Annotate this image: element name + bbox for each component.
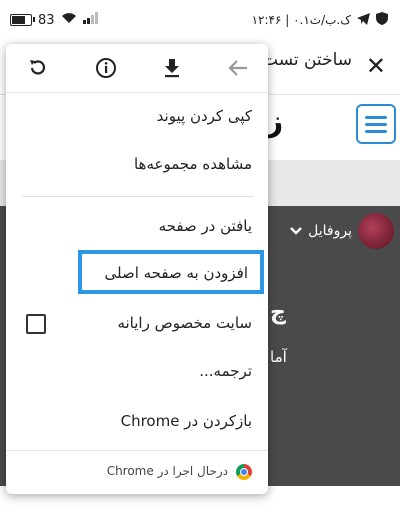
battery-icon bbox=[10, 14, 35, 26]
chevron-down-icon bbox=[290, 223, 303, 239]
menu-translate[interactable]: ترجمه... bbox=[199, 362, 252, 380]
overflow-menu: کپی کردن پیوند مشاهده مجموعه‌ها یافتن در… bbox=[6, 44, 268, 494]
footer-running-in-chrome: درحال اجرا در Chrome bbox=[106, 464, 228, 478]
menu-add-to-home-screen[interactable]: افزودن به صفحه اصلی bbox=[105, 264, 249, 282]
back-arrow-icon[interactable] bbox=[226, 56, 250, 80]
refresh-icon[interactable] bbox=[26, 56, 50, 80]
menu-find-in-page[interactable]: یافتن در صفحه bbox=[159, 217, 252, 235]
profile-label: پروفایل bbox=[308, 223, 352, 239]
menu-open-in-chrome[interactable]: بازکردن در Chrome bbox=[121, 412, 252, 430]
telegram-icon bbox=[357, 12, 370, 28]
profile-dropdown[interactable]: پروفایل bbox=[290, 213, 394, 249]
clock: ۱۲:۴۶ | ۰.۱ک.ب/ث bbox=[251, 13, 351, 27]
hero-heading: چ bbox=[270, 300, 286, 325]
desktop-site-checkbox[interactable] bbox=[26, 314, 46, 334]
wifi-icon bbox=[61, 12, 77, 28]
hero-subtext: آما bbox=[270, 348, 287, 366]
menu-toolbar bbox=[6, 44, 268, 93]
status-right: ۱۲:۴۶ | ۰.۱ک.ب/ث bbox=[252, 12, 388, 28]
signal-icon bbox=[82, 12, 99, 28]
menu-desktop-site[interactable]: سایت مخصوص رایانه bbox=[117, 314, 252, 332]
status-bar: 83 ۱۲:۴۶ | ۰.۱ک.ب/ث bbox=[0, 0, 400, 40]
hamburger-menu-icon[interactable] bbox=[356, 104, 396, 144]
menu-divider bbox=[22, 196, 254, 197]
site-logo: ز bbox=[266, 104, 284, 139]
status-left: 83 bbox=[10, 12, 99, 28]
chrome-logo-icon bbox=[236, 464, 252, 480]
battery-level: 83 bbox=[38, 12, 55, 28]
menu-copy-link[interactable]: کپی کردن پیوند bbox=[157, 107, 252, 125]
menu-view-collections[interactable]: مشاهده مجموعه‌ها bbox=[134, 155, 252, 173]
page-title: ساختن تست bbox=[262, 50, 352, 70]
download-icon[interactable] bbox=[160, 56, 184, 80]
shield-icon bbox=[376, 12, 388, 28]
info-icon[interactable] bbox=[94, 56, 118, 80]
avatar bbox=[358, 213, 394, 249]
close-icon[interactable]: ✕ bbox=[366, 52, 386, 80]
